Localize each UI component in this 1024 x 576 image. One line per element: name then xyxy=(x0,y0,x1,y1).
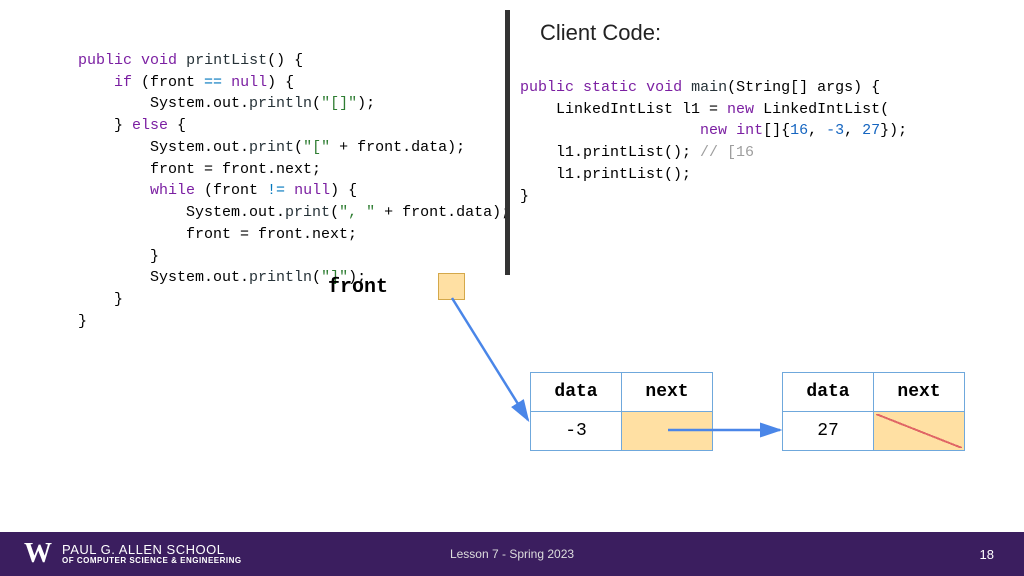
front-label: front xyxy=(328,276,388,299)
node1-next-pointer xyxy=(622,412,713,451)
node2-next-null xyxy=(874,412,965,451)
node1-data-value: -3 xyxy=(531,412,622,451)
lesson-label: Lesson 7 - Spring 2023 xyxy=(450,547,574,561)
node-header-data: data xyxy=(531,373,622,412)
page-number: 18 xyxy=(980,547,994,562)
node-header-next: next xyxy=(874,373,965,412)
code-main: public static void main(String[] args) {… xyxy=(520,55,907,207)
client-code-heading: Client Code: xyxy=(540,20,661,46)
uw-logo: W PAUL G. ALLEN SCHOOL OF COMPUTER SCIEN… xyxy=(24,538,242,570)
list-node-1: data next -3 xyxy=(530,372,713,451)
school-name: PAUL G. ALLEN SCHOOL xyxy=(62,543,242,557)
front-pointer-box xyxy=(438,273,465,300)
w-mark-icon: W xyxy=(24,538,52,570)
node-header-next: next xyxy=(622,373,713,412)
school-dept: OF COMPUTER SCIENCE & ENGINEERING xyxy=(62,557,242,565)
list-node-2: data next 27 xyxy=(782,372,965,451)
slide-footer: W PAUL G. ALLEN SCHOOL OF COMPUTER SCIEN… xyxy=(0,532,1024,576)
node-header-data: data xyxy=(783,373,874,412)
vertical-divider xyxy=(505,10,510,275)
node2-data-value: 27 xyxy=(783,412,874,451)
